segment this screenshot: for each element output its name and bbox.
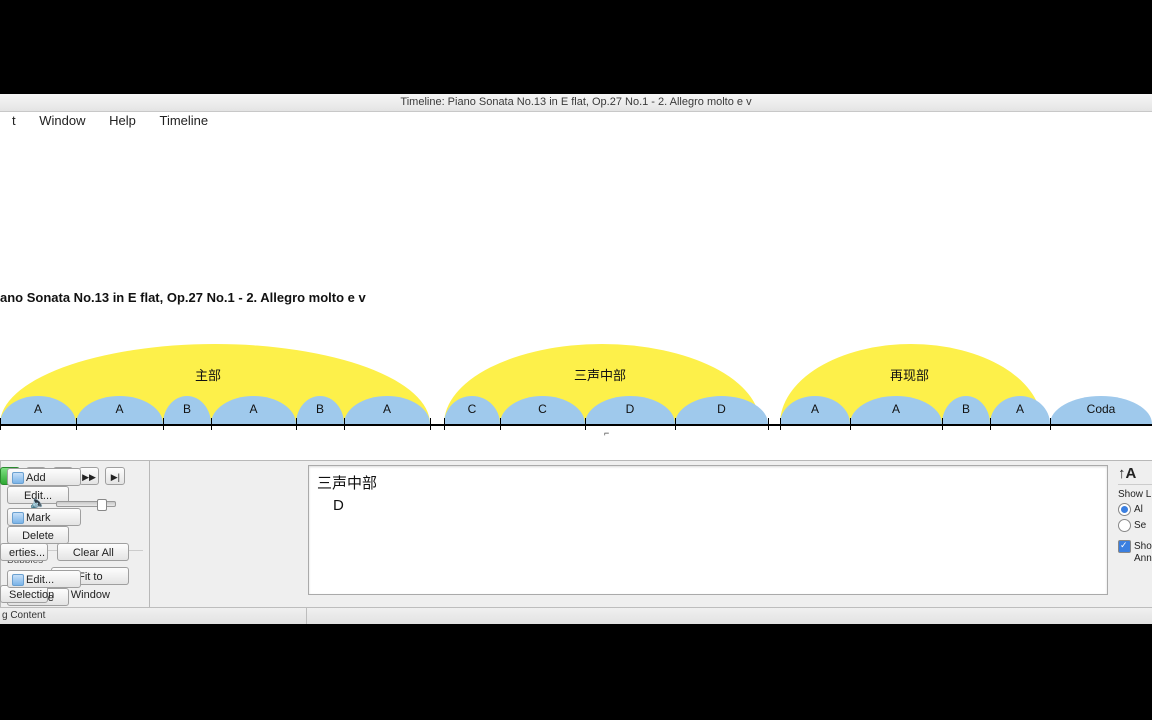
axis-tick bbox=[942, 418, 943, 430]
bubble-label: Coda bbox=[1081, 402, 1121, 416]
axis-tick bbox=[444, 418, 445, 430]
bubble-label: C bbox=[460, 402, 484, 416]
bubble-label: A bbox=[108, 402, 132, 416]
window-title: Timeline: Piano Sonata No.13 in E flat, … bbox=[400, 96, 751, 108]
axis-tick bbox=[768, 418, 769, 430]
menu-timeline[interactable]: Timeline bbox=[160, 112, 209, 130]
volume-slider[interactable] bbox=[56, 501, 116, 507]
axis-tick bbox=[990, 418, 991, 430]
bubble-label: A bbox=[884, 402, 908, 416]
add-bubble-button[interactable]: Add bbox=[7, 468, 81, 486]
delete-bubble-button[interactable]: Delete bbox=[7, 526, 69, 544]
timeline-canvas[interactable]: ano Sonata No.13 in E flat, Op.27 No.1 -… bbox=[0, 130, 1152, 460]
axis-tick bbox=[430, 418, 431, 430]
bubble-label: A bbox=[26, 402, 50, 416]
bubble-label: A bbox=[803, 402, 827, 416]
menu-window[interactable]: Window bbox=[39, 112, 85, 130]
bubble-label: D bbox=[618, 402, 642, 416]
status-right bbox=[306, 607, 1147, 624]
checkbox-show-ann[interactable] bbox=[1118, 540, 1131, 553]
bubble-label: C bbox=[531, 402, 555, 416]
axis-tick bbox=[850, 418, 851, 430]
axis-tick bbox=[1050, 418, 1051, 430]
axis-tick bbox=[0, 418, 1, 430]
clear-all-button[interactable]: Clear All bbox=[57, 543, 129, 561]
bubble-label: B bbox=[175, 402, 199, 416]
piece-title: ano Sonata No.13 in E flat, Op.27 No.1 -… bbox=[0, 290, 366, 305]
axis-tick bbox=[344, 418, 345, 430]
radio-all[interactable] bbox=[1118, 503, 1131, 516]
timeline-axis bbox=[0, 424, 1152, 426]
font-size-button[interactable]: ↑A bbox=[1118, 465, 1152, 485]
properties-button[interactable]: erties... bbox=[0, 543, 48, 561]
axis-tick bbox=[780, 418, 781, 430]
window-titlebar: Timeline: Piano Sonata No.13 in E flat, … bbox=[0, 94, 1152, 112]
axis-tick bbox=[500, 418, 501, 430]
bubble-label: B bbox=[308, 402, 332, 416]
axis-tick bbox=[585, 418, 586, 430]
bubble-label: A bbox=[375, 402, 399, 416]
axis-tick bbox=[675, 418, 676, 430]
menu-help[interactable]: Help bbox=[109, 112, 136, 130]
show-label: Show L bbox=[1118, 489, 1152, 500]
radio-sel[interactable] bbox=[1118, 519, 1131, 532]
axis-tick bbox=[76, 418, 77, 430]
section-label: 三声中部 bbox=[574, 365, 626, 384]
menu-t[interactable]: t bbox=[12, 112, 16, 130]
detail-line2: D bbox=[333, 497, 1099, 514]
status-left: g Content bbox=[2, 610, 45, 621]
control-panel: |◀ ◀◀ ▶▶ ▶| 🔈 erties... Clear All Select… bbox=[0, 460, 1152, 624]
next-button[interactable]: ▶▶ bbox=[79, 467, 99, 485]
axis-tick bbox=[296, 418, 297, 430]
radio-sel-label: Se bbox=[1134, 520, 1146, 531]
checkbox-ann-label: Ann bbox=[1134, 553, 1152, 564]
timeline-track[interactable]: 主部三声中部再现部 AABABACCDDAABACoda ⌐ bbox=[0, 310, 1152, 420]
axis-tick bbox=[211, 418, 212, 430]
radio-all-label: Al bbox=[1134, 504, 1143, 515]
volume-thumb[interactable] bbox=[97, 499, 107, 511]
mark-bubble-button[interactable]: Mark bbox=[7, 508, 81, 526]
bubble-label: D bbox=[710, 402, 734, 416]
bubble-label: A bbox=[1008, 402, 1032, 416]
skip-end-button[interactable]: ▶| bbox=[105, 467, 125, 485]
section-label: 主部 bbox=[195, 365, 221, 384]
checkbox-sho-label: Sho bbox=[1134, 541, 1152, 552]
annotation-textarea[interactable]: 三声中部 D bbox=[308, 465, 1108, 595]
bubble-label: B bbox=[954, 402, 978, 416]
bubble-label: A bbox=[242, 402, 266, 416]
playhead-cursor[interactable]: ⌐ bbox=[604, 428, 609, 438]
menubar: t Window Help Timeline bbox=[0, 112, 1152, 131]
edit-bubble2-button[interactable]: Edit... bbox=[7, 570, 81, 588]
status-bar: g Content bbox=[0, 607, 1152, 624]
detail-line1: 三声中部 bbox=[317, 472, 1099, 493]
font-options: ↑A Show L Al Se Sho Ann bbox=[1118, 465, 1152, 564]
section-label: 再现部 bbox=[890, 365, 929, 384]
axis-tick bbox=[163, 418, 164, 430]
